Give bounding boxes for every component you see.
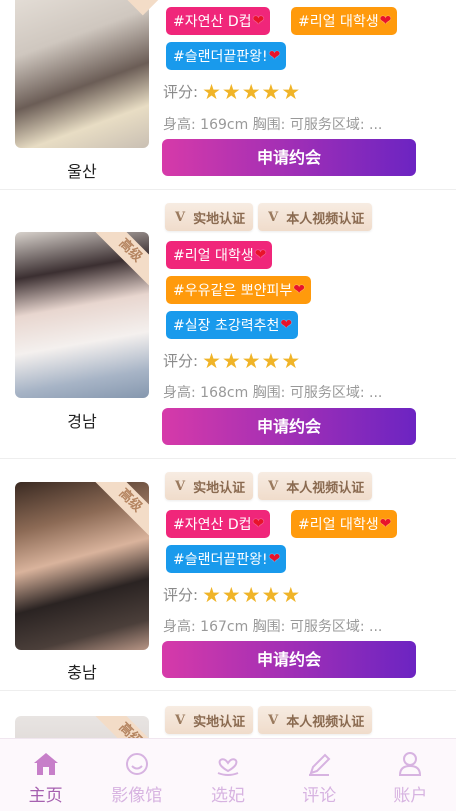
star-icon: ★ — [241, 582, 261, 607]
card-ulsan[interactable]: #자연산 D컵 ❤ #리얼 대학생 ❤ #슬랜더끝판왕! ❤ 评分: ★ ★ ★ ★ ★ 身高… — [0, 0, 456, 190]
user-icon — [399, 752, 422, 776]
star-icon: ★ — [281, 79, 301, 104]
tag-orange: #리얼 대학생 ❤ — [291, 7, 398, 35]
star-icon: ★ — [241, 79, 261, 104]
tag-blue: #슬랜더끝판왕! ❤ — [166, 545, 287, 573]
v-icon: V — [175, 712, 186, 728]
certification-row: V 实地认证 V 本人视频认证 — [165, 203, 373, 231]
tag-orange: #우유같은 뽀얀피부 ❤ — [166, 276, 311, 304]
profile-info: 身高: 169cm 胸围: 可服务区域: ... — [163, 117, 383, 133]
rating-label: 评分: — [163, 352, 199, 370]
video-cert-badge: V 本人视频认证 — [258, 472, 373, 500]
rating-label: 评分: — [163, 586, 199, 604]
card-chungnam[interactable]: 高级 V 实地认证 V 本人视频认证 #자연산 D컵 ❤ #리얼 대학생 ❤ #슬랜더끝… — [0, 459, 456, 691]
tab-account[interactable]: 账户 — [365, 739, 456, 811]
star-rating: ★ ★ ★ ★ ★ — [202, 348, 301, 373]
profile-photo[interactable] — [15, 0, 149, 148]
v-icon: V — [268, 209, 279, 225]
heart-hand-icon — [217, 758, 239, 776]
apply-date-button[interactable]: 申请约会 — [162, 139, 416, 176]
onsite-cert-badge: V 实地认证 — [165, 203, 254, 231]
tab-select[interactable]: 选妃 — [182, 739, 273, 811]
onsite-cert-badge: V 实地认证 — [165, 706, 254, 734]
tab-label: 评论 — [302, 786, 337, 806]
smiley-icon — [125, 753, 148, 775]
star-icon: ★ — [202, 79, 221, 104]
star-icon: ★ — [281, 582, 301, 607]
heart-icon: ❤ — [268, 48, 281, 64]
tab-label: 主页 — [28, 786, 63, 806]
star-icon: ★ — [221, 582, 241, 607]
tab-label: 账户 — [393, 786, 428, 806]
profile-photo[interactable]: 高级 — [15, 232, 149, 398]
certification-row: V 实地认证 V 本人视频认证 — [165, 706, 373, 734]
onsite-cert-badge: V 实地认证 — [165, 472, 254, 500]
tab-gallery[interactable]: 影像馆 — [91, 739, 182, 811]
pencil-icon — [309, 753, 331, 776]
apply-date-button[interactable]: 申请约会 — [162, 641, 416, 678]
v-icon: V — [175, 209, 186, 225]
v-icon: V — [175, 478, 186, 494]
tab-label: 影像馆 — [111, 786, 163, 806]
heart-icon: ❤ — [268, 551, 281, 567]
tab-review[interactable]: 评论 — [274, 739, 365, 811]
star-icon: ★ — [202, 582, 221, 607]
region-label: 경남 — [67, 412, 97, 431]
heart-icon: ❤ — [280, 317, 293, 333]
star-icon: ★ — [221, 348, 241, 373]
video-cert-badge: V 本人视频认证 — [258, 203, 373, 231]
star-icon: ★ — [261, 79, 281, 104]
star-icon: ★ — [261, 348, 281, 373]
star-rating: ★ ★ ★ ★ ★ — [202, 79, 301, 104]
heart-icon: ❤ — [293, 282, 305, 298]
tag-pink: #자연산 D컵 ❤ — [166, 510, 271, 538]
apply-date-button[interactable]: 申请约会 — [162, 408, 416, 445]
v-icon: V — [268, 478, 279, 494]
home-icon — [33, 753, 58, 775]
tab-home[interactable]: 主页 — [0, 739, 91, 811]
rating-label: 评分: — [163, 83, 199, 101]
video-cert-badge: V 本人视频认证 — [258, 706, 373, 734]
tab-label: 选妃 — [211, 786, 245, 806]
region-label: 울산 — [67, 162, 97, 181]
star-icon: ★ — [241, 348, 261, 373]
profile-info: 身高: 167cm 胸围: 可服务区域: ... — [163, 619, 383, 635]
rating: 评分: ★ ★ ★ ★ ★ — [163, 584, 301, 605]
star-icon: ★ — [281, 348, 301, 373]
tag-orange: #리얼 대학생 ❤ — [291, 510, 398, 538]
tag-pink: #리얼 대학생 ❤ — [166, 241, 273, 269]
heart-icon: ❤ — [252, 516, 265, 532]
tag-blue: #슬랜더끝판왕! ❤ — [166, 42, 287, 70]
star-icon: ★ — [261, 582, 281, 607]
tag-pink: #자연산 D컵 ❤ — [166, 7, 271, 35]
tag-blue: #실장 초강력추천 ❤ — [166, 311, 299, 339]
rating: 评分: ★ ★ ★ ★ ★ — [163, 81, 301, 102]
profile-photo[interactable]: 高级 — [15, 482, 149, 650]
heart-icon: ❤ — [379, 13, 392, 29]
bottom-tab-bar: 主页 影像馆 选妃 评论 账户 — [0, 738, 456, 811]
star-icon: ★ — [221, 79, 241, 104]
card-gyeongnam[interactable]: 高级 V 实地认证 V 本人视频认证 #리얼 대학생 ❤ #우유같은 뽀얀피부 ❤ #실… — [0, 190, 456, 459]
certification-row: V 实地认证 V 本人视频认证 — [165, 472, 373, 500]
heart-icon: ❤ — [379, 516, 392, 532]
region-label: 충남 — [67, 663, 97, 682]
heart-icon: ❤ — [254, 247, 267, 263]
rating: 评分: ★ ★ ★ ★ ★ — [163, 350, 301, 371]
v-icon: V — [268, 712, 279, 728]
star-icon: ★ — [202, 348, 221, 373]
star-rating: ★ ★ ★ ★ ★ — [202, 582, 301, 607]
heart-icon: ❤ — [252, 13, 265, 29]
profile-info: 身高: 168cm 胸围: 可服务区域: ... — [163, 385, 383, 401]
